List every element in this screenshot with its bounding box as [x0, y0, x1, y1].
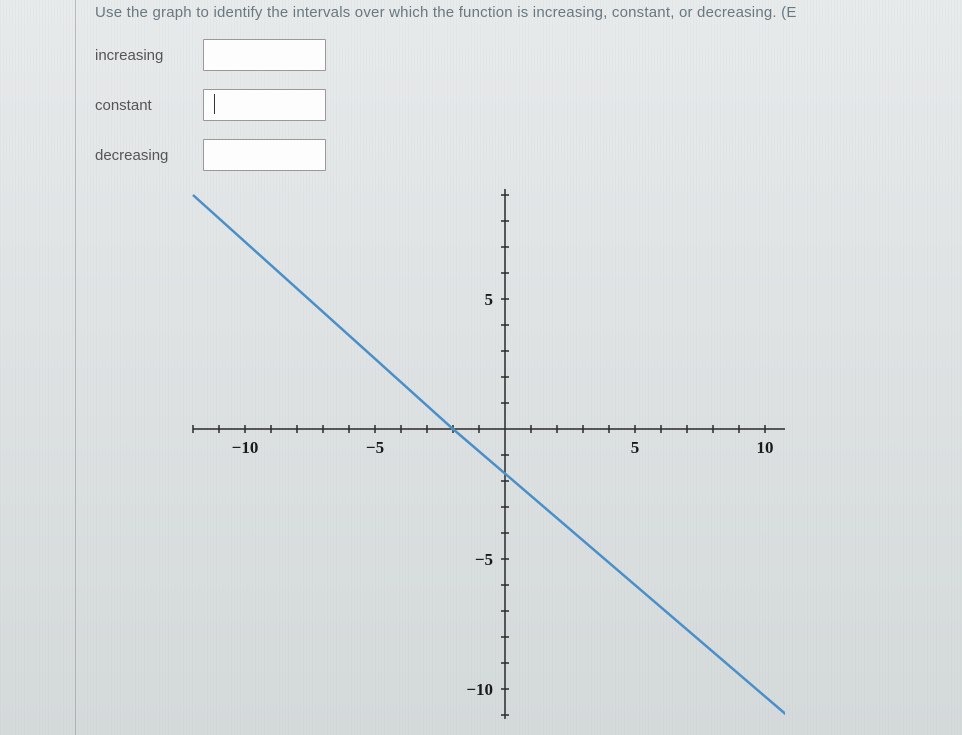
- question-text: Use the graph to identify the intervals …: [95, 0, 962, 39]
- svg-text:−5: −5: [475, 550, 493, 569]
- constant-label: constant: [95, 97, 203, 114]
- svg-text:5: 5: [631, 438, 640, 457]
- increasing-input[interactable]: [203, 39, 326, 71]
- constant-input[interactable]: [203, 89, 326, 121]
- svg-text:10: 10: [757, 438, 774, 457]
- svg-text:−10: −10: [466, 680, 493, 699]
- svg-text:5: 5: [485, 290, 494, 309]
- graph-container: −10−5510−10−5510xy: [185, 189, 962, 719]
- text-cursor: [214, 94, 215, 114]
- increasing-label: increasing: [95, 47, 203, 64]
- constant-row: constant: [95, 89, 962, 121]
- coordinate-graph: −10−5510−10−5510xy: [185, 189, 785, 719]
- svg-text:−10: −10: [232, 438, 259, 457]
- decreasing-label: decreasing: [95, 147, 203, 164]
- exercise-content: Use the graph to identify the intervals …: [0, 0, 962, 719]
- increasing-row: increasing: [95, 39, 962, 71]
- decreasing-input[interactable]: [203, 139, 326, 171]
- decreasing-row: decreasing: [95, 139, 962, 171]
- svg-text:−5: −5: [366, 438, 384, 457]
